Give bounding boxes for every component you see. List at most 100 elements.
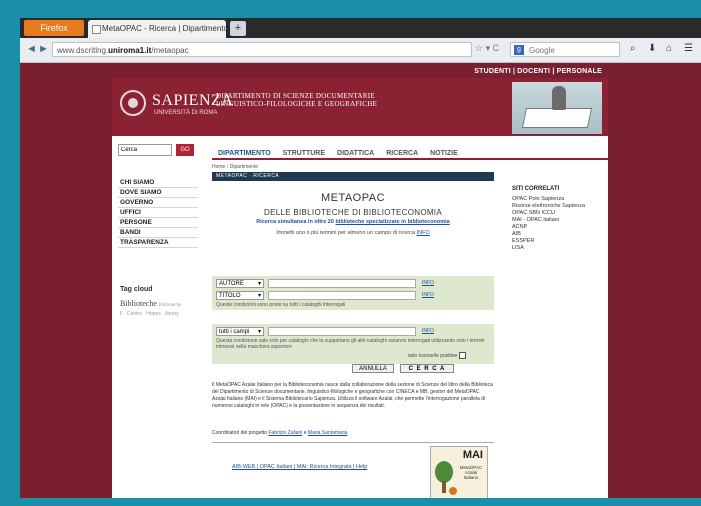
related-link-acnp[interactable]: ACNP	[512, 224, 604, 231]
divider	[212, 442, 494, 443]
google-icon: g	[514, 45, 524, 55]
title-input[interactable]	[268, 291, 416, 300]
field-select-title[interactable]: TITOLO	[216, 291, 264, 301]
left-nav-bandi[interactable]: BANDI	[118, 228, 198, 238]
author-input[interactable]	[268, 279, 416, 288]
field-select-all[interactable]: tutti i campi	[216, 327, 264, 337]
description-text: Il MetaOPAC Azalai Italiano per la Bibli…	[212, 382, 493, 409]
checkbox-box[interactable]	[459, 352, 467, 359]
forward-icon[interactable]: ►	[38, 43, 49, 55]
search-row-author: AUTORE INFO	[216, 279, 490, 289]
browser-window: Firefox MetaOPAC - Ricerca | Dipartiment…	[20, 18, 701, 498]
mai-subtitle: MetaOPAC Azalai Italiano	[459, 465, 483, 480]
menu-icon[interactable]: ☰	[684, 43, 693, 54]
menu-notizie[interactable]: NOTIZIE	[424, 146, 464, 162]
info-link-all[interactable]: INFO	[422, 328, 434, 334]
related-link-aib[interactable]: AIB	[512, 231, 604, 238]
tab-bar: Firefox MetaOPAC - Ricerca | Dipartiment…	[20, 18, 701, 38]
search-panel-extra: tutti i campi INFO Questa condizione val…	[212, 324, 494, 364]
left-nav-chi-siamo[interactable]: CHI SIAMO	[118, 178, 198, 188]
url-bar[interactable]: www.dscritlng.uniroma1.it/metaopac	[52, 42, 472, 57]
tag-biblioteche[interactable]: Biblioteche	[120, 299, 157, 308]
menu-ricerca[interactable]: RICERCA	[380, 146, 424, 162]
checkbox-label: solo risorse/le positive	[408, 352, 458, 359]
menu-dipartimento[interactable]: DIPARTIMENTO	[212, 146, 277, 162]
url-path: /metaopac	[151, 46, 189, 55]
instruction-text: Immetti uno o più termini per almeno un …	[276, 230, 416, 236]
department-name: DIPARTIMENTO DI SCIENZE DOCUMENTARIE LIN…	[216, 92, 378, 108]
main-menu: DIPARTIMENTO STRUTTURE DIDATTICA RICERCA NOT…	[212, 142, 608, 160]
intro-link[interactable]: biblioteche specializzate in bibliotecon…	[335, 219, 449, 225]
home-icon[interactable]: ⌂	[666, 43, 672, 54]
section-bar: METAOPAC · RICERCA	[212, 172, 494, 181]
tree-icon	[435, 461, 453, 483]
info-link-title[interactable]: INFO	[422, 292, 434, 298]
menu-didattica[interactable]: DIDATTICA	[331, 146, 380, 162]
reset-button[interactable]: ANNULLA	[352, 364, 394, 373]
field-select-author[interactable]: AUTORE	[216, 279, 264, 289]
site-header: SAPIENZA UNIVERSITÀ DI ROMA DIPARTIMENTO…	[112, 78, 608, 136]
left-nav-uffici[interactable]: UFFICI	[118, 208, 198, 218]
coordinators-line: Coordinatori del progetto Fabrizio Zulia…	[212, 430, 494, 436]
navigation-bar: ◄ ► www.dscritlng.uniroma1.it/metaopac ☆…	[20, 38, 701, 63]
cat-icon	[449, 487, 457, 495]
tag-cloud-row[interactable]: Il Centro Hopes library	[120, 311, 179, 317]
info-link-author[interactable]: INFO	[422, 280, 434, 286]
search-placeholder: Google	[529, 46, 555, 55]
new-tab-button[interactable]: +	[230, 21, 246, 36]
left-nav-persone[interactable]: PERSONE	[118, 218, 198, 228]
web-page: STUDENTI | DOCENTI | PERSONALE SAPIENZA …	[112, 66, 608, 498]
related-link-lisa[interactable]: LISA	[512, 245, 604, 252]
panel1-note: Queste condizioni sono poste su tutti i …	[216, 302, 346, 308]
left-nav-governo[interactable]: GOVERNO	[118, 198, 198, 208]
url-prefix: www.dscritlng.	[57, 46, 109, 55]
instruction-line: Immetti uno o più termini per almeno un …	[212, 230, 494, 236]
site-search: GO	[118, 144, 194, 158]
mai-logo[interactable]: MAI MetaOPAC Azalai Italiano	[430, 446, 488, 498]
page-title: METAOPAC	[320, 192, 386, 204]
site-search-input[interactable]	[118, 144, 172, 156]
download-icon[interactable]: ⬇	[648, 43, 656, 54]
related-link-opac-polo[interactable]: OPAC Polo Sapienza	[512, 196, 604, 203]
search-panel-main: AUTORE INFO TITOLO INFO Queste condizion…	[212, 276, 494, 310]
back-icon[interactable]: ◄	[26, 43, 37, 55]
top-links[interactable]: STUDENTI | DOCENTI | PERSONALE	[112, 66, 608, 78]
page-subtitle: DELLE BIBLIOTECHE DI BIBLIOTECONOMIA	[264, 208, 442, 217]
coordinator-1-link[interactable]: Fabrizio Zuliani	[268, 430, 302, 436]
firefox-menu-button[interactable]: Firefox	[24, 20, 84, 36]
coordinator-2-link[interactable]: Maria Santamaria	[308, 430, 347, 436]
panel2-note: Questa condizione vale solo per catalogh…	[216, 338, 485, 350]
tag-cloud-title: Tag cloud	[120, 286, 153, 293]
related-link-mai[interactable]: MAI - OPAC italiani	[512, 217, 604, 224]
sapienza-logo-icon[interactable]	[120, 90, 146, 116]
left-nav-dove-siamo[interactable]: DOVE SIAMO	[118, 188, 198, 198]
brand-subtitle: UNIVERSITÀ DI ROMA	[154, 110, 218, 116]
related-sites-title: SITI CORRELATI	[512, 186, 560, 192]
bookmark-reload-icon[interactable]: ☆ ▾ C	[475, 43, 499, 54]
breadcrumb[interactable]: Home › Dipartimento	[212, 164, 258, 170]
search-row-all-fields: tutti i campi INFO	[216, 327, 490, 337]
tag-cloud-main[interactable]: Biblioteche biblioteche	[120, 299, 181, 308]
url-domain: uniroma1.it	[108, 46, 152, 55]
positive-only-checkbox[interactable]: solo risorse/le positive	[408, 352, 467, 359]
footer-links[interactable]: AIB-WEB | OPAC Italiani | MAI: Ricerca I…	[232, 464, 367, 470]
search-engine-box[interactable]: g Google	[510, 42, 620, 57]
intro-line: Ricerca simultanea in oltre 20 bibliotec…	[212, 219, 494, 225]
left-nav-trasparenza[interactable]: TRASPARENZA	[118, 238, 198, 248]
coordinators-prefix: Coordinatori del progetto	[212, 430, 268, 436]
all-fields-input[interactable]	[268, 327, 416, 336]
search-row-title: TITOLO INFO	[216, 291, 490, 301]
instruction-info-link[interactable]: INFO	[417, 230, 430, 236]
related-link-sbn[interactable]: OPAC SBN ICCU	[512, 210, 604, 217]
tab-metaopac[interactable]: MetaOPAC - Ricerca | Dipartimento di S..…	[88, 20, 226, 38]
related-sites: SITI CORRELATI OPAC Polo Sapienza Risors…	[512, 186, 604, 252]
tree-trunk-icon	[442, 481, 446, 493]
related-link-esspe[interactable]: ESSPER	[512, 238, 604, 245]
zoom-icon[interactable]: ⌕	[630, 43, 636, 54]
menu-strutture[interactable]: STRUTTURE	[277, 146, 331, 162]
related-link-risorse[interactable]: Risorse elettroniche Sapienza	[512, 203, 604, 210]
search-button[interactable]: C E R C A	[400, 364, 454, 373]
tag-biblioteche-small[interactable]: biblioteche	[159, 303, 181, 308]
site-search-button[interactable]: GO	[176, 144, 194, 156]
books-illustration-icon	[512, 82, 602, 134]
